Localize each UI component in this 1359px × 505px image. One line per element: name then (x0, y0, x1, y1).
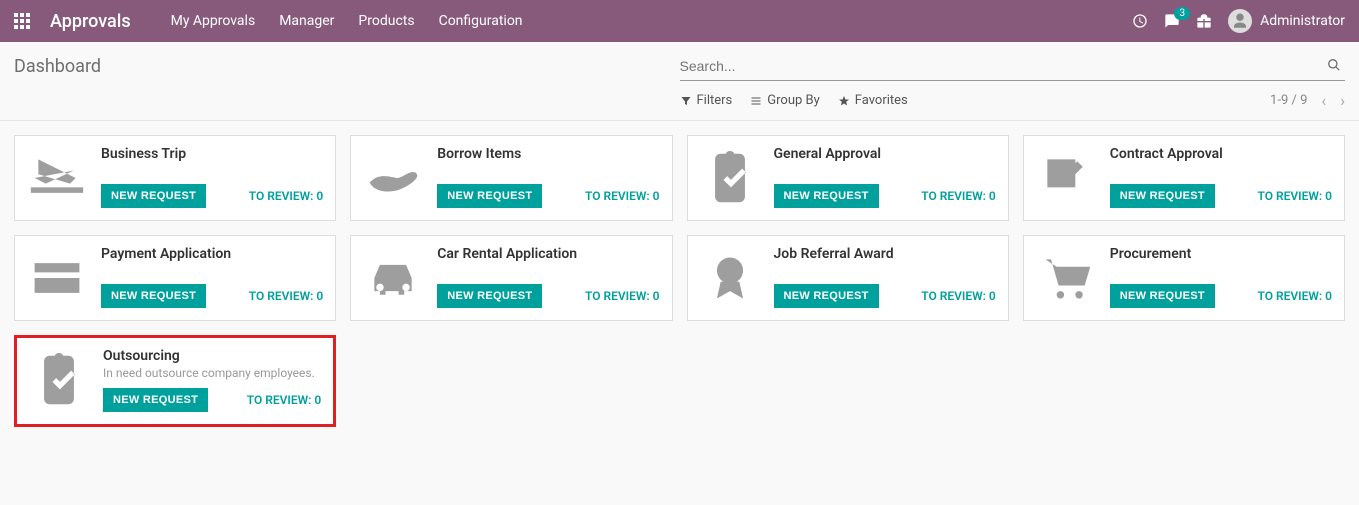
card-title: Contract Approval (1110, 146, 1332, 162)
to-review-link[interactable]: TO REVIEW: 0 (585, 189, 660, 203)
card-title: Procurement (1110, 246, 1332, 262)
cards-grid: Business TripNEW REQUESTTO REVIEW: 0Borr… (0, 121, 1359, 441)
star-icon (838, 95, 850, 107)
page-title: Dashboard (14, 56, 680, 77)
filter-group: Filters Group By Favorites (680, 93, 908, 108)
to-review-link[interactable]: TO REVIEW: 0 (921, 189, 996, 203)
pager-prev[interactable]: ‹ (1321, 91, 1326, 110)
cart-icon (1036, 248, 1096, 308)
car-icon (363, 248, 423, 308)
clock-icon[interactable] (1132, 13, 1148, 29)
approval-card: Business Trip NEW REQUEST TO REVIEW: 0 (14, 135, 336, 221)
new-request-button[interactable]: NEW REQUEST (437, 184, 542, 208)
card-body: Outsourcing In need outsource company emp… (103, 348, 321, 412)
new-request-button[interactable]: NEW REQUEST (774, 184, 879, 208)
card-body: Car Rental Application NEW REQUEST TO REVI… (437, 246, 659, 308)
nav-link-products[interactable]: Products (358, 13, 414, 29)
search-input[interactable] (680, 52, 1324, 80)
brand-title: Approvals (50, 11, 131, 32)
search-icon[interactable] (1323, 57, 1345, 76)
card-actions: NEW REQUEST TO REVIEW: 0 (101, 184, 323, 208)
hand-icon (363, 148, 423, 208)
clipboard-check-icon (700, 148, 760, 208)
card-title: Outsourcing (103, 348, 321, 364)
approval-card: General Approval NEW REQUEST TO REVIEW: 0 (687, 135, 1009, 221)
approval-card: Contract Approval NEW REQUEST TO REVIEW: 0 (1023, 135, 1345, 221)
to-review-link[interactable]: TO REVIEW: 0 (921, 289, 996, 303)
pager: 1-9 / 9 ‹ › (1270, 91, 1345, 110)
sign-icon (1036, 148, 1096, 208)
card-body: Business Trip NEW REQUEST TO REVIEW: 0 (101, 146, 323, 208)
nav-link-my-approvals[interactable]: My Approvals (171, 13, 256, 29)
card-actions: NEW REQUEST TO REVIEW: 0 (774, 284, 996, 308)
navbar: Approvals My Approvals Manager Products … (0, 0, 1359, 42)
filters-button[interactable]: Filters (680, 93, 733, 108)
nav-link-manager[interactable]: Manager (279, 13, 334, 29)
card-actions: NEW REQUEST TO REVIEW: 0 (437, 184, 659, 208)
award-icon (700, 248, 760, 308)
new-request-button[interactable]: NEW REQUEST (1110, 184, 1215, 208)
search-wrap (680, 52, 1346, 81)
clipboard-check-icon (29, 350, 89, 410)
card-actions: NEW REQUEST TO REVIEW: 0 (103, 388, 321, 412)
to-review-link[interactable]: TO REVIEW: 0 (1257, 189, 1332, 203)
card-title: General Approval (774, 146, 996, 162)
new-request-button[interactable]: NEW REQUEST (774, 284, 879, 308)
to-review-link[interactable]: TO REVIEW: 0 (247, 393, 322, 407)
approval-card: Procurement NEW REQUEST TO REVIEW: 0 (1023, 235, 1345, 321)
pager-text: 1-9 / 9 (1270, 93, 1307, 108)
card-body: Job Referral Award NEW REQUEST TO REVIEW: … (774, 246, 996, 308)
card-title: Car Rental Application (437, 246, 659, 262)
approval-card: Outsourcing In need outsource company emp… (14, 335, 336, 427)
card-actions: NEW REQUEST TO REVIEW: 0 (101, 284, 323, 308)
user-name: Administrator (1260, 13, 1345, 29)
credit-card-icon (27, 248, 87, 308)
card-title: Business Trip (101, 146, 323, 162)
approval-card: Payment Application NEW REQUEST TO REVIEW:… (14, 235, 336, 321)
approval-card: Job Referral Award NEW REQUEST TO REVIEW: … (687, 235, 1009, 321)
groupby-button[interactable]: Group By (750, 93, 820, 108)
pager-next[interactable]: › (1340, 91, 1345, 110)
messages-badge: 3 (1174, 7, 1190, 20)
new-request-button[interactable]: NEW REQUEST (437, 284, 542, 308)
control-bar: Dashboard Filters Group By Favorites 1-9 (0, 42, 1359, 120)
card-body: Borrow Items NEW REQUEST TO REVIEW: 0 (437, 146, 659, 208)
card-actions: NEW REQUEST TO REVIEW: 0 (437, 284, 659, 308)
list-icon (750, 95, 762, 107)
new-request-button[interactable]: NEW REQUEST (101, 284, 206, 308)
to-review-link[interactable]: TO REVIEW: 0 (249, 289, 324, 303)
card-title: Payment Application (101, 246, 323, 262)
nav-links: My Approvals Manager Products Configurat… (171, 13, 523, 29)
card-description: In need outsource company employees. (103, 366, 321, 382)
nav-right: 3 Administrator (1132, 9, 1345, 33)
card-actions: NEW REQUEST TO REVIEW: 0 (1110, 184, 1332, 208)
approval-card: Car Rental Application NEW REQUEST TO REVI… (350, 235, 672, 321)
approval-card: Borrow Items NEW REQUEST TO REVIEW: 0 (350, 135, 672, 221)
card-title: Job Referral Award (774, 246, 996, 262)
card-actions: NEW REQUEST TO REVIEW: 0 (1110, 284, 1332, 308)
card-title: Borrow Items (437, 146, 659, 162)
new-request-button[interactable]: NEW REQUEST (1110, 284, 1215, 308)
plane-icon (27, 148, 87, 208)
to-review-link[interactable]: TO REVIEW: 0 (1257, 289, 1332, 303)
messages-icon[interactable]: 3 (1164, 13, 1180, 29)
new-request-button[interactable]: NEW REQUEST (103, 388, 208, 412)
card-body: Payment Application NEW REQUEST TO REVIEW:… (101, 246, 323, 308)
user-menu[interactable]: Administrator (1228, 9, 1345, 33)
card-actions: NEW REQUEST TO REVIEW: 0 (774, 184, 996, 208)
nav-link-configuration[interactable]: Configuration (439, 13, 523, 29)
favorites-button[interactable]: Favorites (838, 93, 908, 108)
card-body: Contract Approval NEW REQUEST TO REVIEW: 0 (1110, 146, 1332, 208)
avatar (1228, 9, 1252, 33)
apps-icon[interactable] (14, 13, 30, 29)
to-review-link[interactable]: TO REVIEW: 0 (249, 189, 324, 203)
to-review-link[interactable]: TO REVIEW: 0 (585, 289, 660, 303)
gift-icon[interactable] (1196, 13, 1212, 29)
filter-icon (680, 95, 692, 107)
card-body: Procurement NEW REQUEST TO REVIEW: 0 (1110, 246, 1332, 308)
card-body: General Approval NEW REQUEST TO REVIEW: 0 (774, 146, 996, 208)
new-request-button[interactable]: NEW REQUEST (101, 184, 206, 208)
